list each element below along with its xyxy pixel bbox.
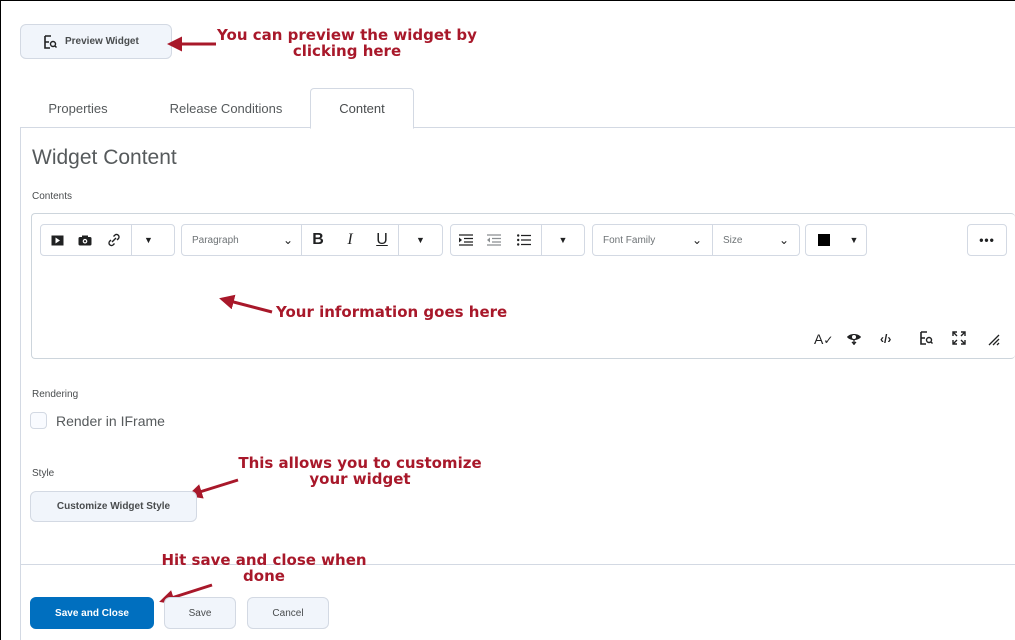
text-color-swatch xyxy=(818,234,830,246)
cancel-button[interactable]: Cancel xyxy=(247,597,329,629)
insert-link-icon[interactable] xyxy=(97,225,131,255)
block-format-value: Paragraph xyxy=(192,234,239,246)
text-color-button[interactable] xyxy=(806,225,842,255)
source-code-icon[interactable]: ‹/› xyxy=(880,332,891,346)
render-iframe-checkbox[interactable] xyxy=(30,412,47,429)
render-iframe-label[interactable]: Render in IFrame xyxy=(56,413,165,429)
resize-icon[interactable] xyxy=(988,333,1000,351)
fullscreen-icon[interactable] xyxy=(952,331,966,350)
chevron-down-icon: ⌄ xyxy=(282,233,293,247)
more-icon: ••• xyxy=(979,233,995,247)
contents-label: Contents xyxy=(32,191,73,202)
style-label: Style xyxy=(32,468,55,479)
chevron-down-icon: ⌄ xyxy=(691,233,702,247)
toolbar-insert-group: ▼ xyxy=(40,224,175,256)
format-more-chevron-down-icon[interactable]: ▼ xyxy=(398,225,442,255)
toolbar-font-group: Font Family ⌄ Size ⌄ xyxy=(592,224,800,256)
font-size-select[interactable]: Size ⌄ xyxy=(713,225,799,255)
tab-release-conditions[interactable]: Release Conditions xyxy=(156,88,296,128)
annotation-style: This allows you to customize your widget xyxy=(238,454,482,488)
tab-bar: Properties Release Conditions Content xyxy=(20,88,1015,129)
rendering-label: Rendering xyxy=(32,389,79,400)
font-family-value: Font Family xyxy=(603,234,656,246)
spellcheck-icon[interactable]: A✓ xyxy=(814,331,833,347)
indent-icon[interactable] xyxy=(451,225,481,255)
toolbar-list-group: ▼ xyxy=(450,224,585,256)
save-button[interactable]: Save xyxy=(164,597,236,629)
annotation-preview: You can preview the widget by clicking h… xyxy=(217,26,477,60)
color-chevron-down-icon[interactable]: ▼ xyxy=(842,225,866,255)
more-options-button[interactable]: ••• xyxy=(967,224,1007,256)
list-more-chevron-down-icon[interactable]: ▼ xyxy=(541,225,584,255)
block-format-select[interactable]: Paragraph ⌄ xyxy=(182,225,302,255)
customize-widget-style-button[interactable]: Customize Widget Style xyxy=(30,491,197,522)
italic-icon[interactable]: I xyxy=(334,225,366,255)
accessibility-icon[interactable] xyxy=(846,330,862,351)
toolbar-color-group: ▼ xyxy=(805,224,867,256)
save-and-close-button[interactable]: Save and Close xyxy=(30,597,154,629)
font-family-select[interactable]: Font Family ⌄ xyxy=(593,225,713,255)
outdent-icon[interactable] xyxy=(481,225,507,255)
chevron-down-icon: ⌄ xyxy=(778,233,789,247)
font-size-value: Size xyxy=(723,234,743,246)
insert-more-chevron-down-icon[interactable]: ▼ xyxy=(131,225,165,255)
preview-icon[interactable] xyxy=(919,331,933,350)
toolbar-format-group: Paragraph ⌄ B I U ▼ xyxy=(181,224,443,256)
page-title: Widget Content xyxy=(32,146,177,169)
insert-image-icon[interactable] xyxy=(73,225,97,255)
underline-icon[interactable]: U xyxy=(366,225,398,255)
annotation-info: Your information goes here xyxy=(276,303,508,321)
bold-icon[interactable]: B xyxy=(302,225,334,255)
insert-stuff-icon[interactable] xyxy=(41,225,73,255)
annotation-save: Hit save and close when done xyxy=(161,551,367,585)
tab-properties[interactable]: Properties xyxy=(38,88,118,128)
tab-content[interactable]: Content xyxy=(310,88,414,129)
bullet-list-icon[interactable] xyxy=(507,225,541,255)
